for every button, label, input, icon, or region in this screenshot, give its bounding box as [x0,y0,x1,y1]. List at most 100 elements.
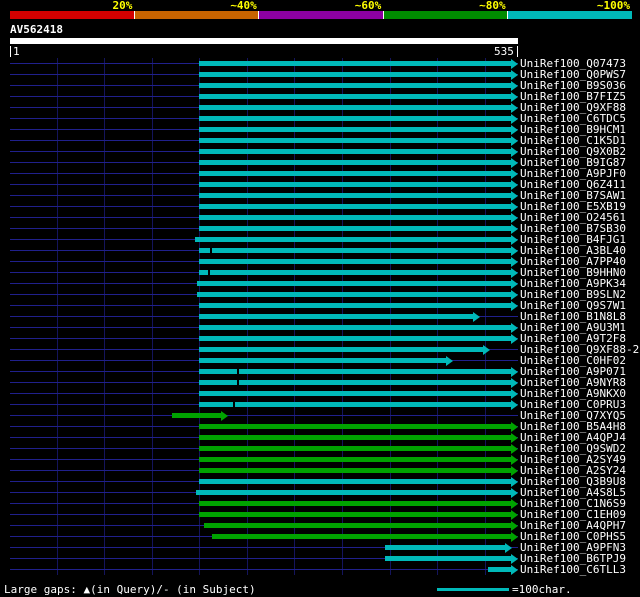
hit-bar[interactable] [199,435,511,440]
hit-bar[interactable] [199,138,511,143]
hit-bar[interactable] [199,336,511,341]
hit-bar[interactable] [199,391,511,396]
hit-bar[interactable] [199,512,511,517]
ruler-start-label: 1 [13,45,20,58]
hit-bar[interactable] [211,534,511,539]
hit-bar[interactable] [199,116,511,121]
hit-arrowhead-icon [511,59,518,69]
hit-bar[interactable] [171,413,221,418]
hits-plot: UniRef100_Q07473 UniRef100_Q0PWS7 UniRef10… [0,58,640,575]
hit-arrowhead-icon [511,389,518,399]
hit-bar[interactable] [204,523,511,528]
hit-bar[interactable] [199,402,511,407]
identity-scale-label: ~60% [354,0,382,12]
hit-bar[interactable] [199,94,511,99]
hit-bar[interactable] [199,226,511,231]
hit-bar[interactable] [199,314,473,319]
hit-arrowhead-icon [446,356,454,366]
hit-bar[interactable] [199,149,511,154]
ruler-end-tick [517,46,518,57]
hit-bar[interactable] [199,193,511,198]
hit-arrowhead-icon [511,202,518,212]
hit-arrowhead-icon [511,455,518,465]
hit-bar[interactable] [199,204,511,209]
hit-bar[interactable] [199,215,511,220]
hit-bar[interactable] [196,281,511,286]
hit-arrowhead-icon [511,433,518,443]
hit-arrowhead-icon [511,367,518,377]
hit-arrowhead-icon [511,136,518,146]
gap-mark [209,248,212,253]
hit-arrowhead-icon [511,81,518,91]
hit-bar[interactable] [196,292,511,297]
hit-bar[interactable] [199,369,511,374]
hit-arrowhead-icon [511,268,518,278]
hit-arrowhead-icon [511,147,518,157]
hit-arrowhead-icon [511,191,518,201]
hit-arrowhead-icon [511,444,518,454]
identity-scale-labels: 20% ~40% ~60% ~80% ~100% [10,0,632,11]
query-ruler [10,38,518,44]
hit-bar[interactable] [199,347,484,352]
hit-bar[interactable] [199,303,511,308]
hit-bar[interactable] [487,567,511,572]
hit-arrowhead-icon [511,158,518,168]
hit-bar[interactable] [199,457,511,462]
hit-bar[interactable] [199,259,511,264]
ruler-start-tick [10,46,11,57]
hit-bar[interactable] [199,501,511,506]
gap-mark [232,402,235,407]
hit-bar[interactable] [199,182,511,187]
hit-bar[interactable] [199,105,511,110]
identity-scale-segment [10,11,135,19]
identity-scale-label: 20% [112,0,133,12]
hit-arrowhead-icon [511,510,518,520]
identity-scale-label: ~40% [230,0,257,12]
identity-scale-bar [10,11,632,19]
gap-mark [237,380,240,385]
hit-bar[interactable] [199,171,511,176]
hit-bar[interactable] [199,248,511,253]
hit-arrowhead-icon [511,246,518,256]
scale-legend-label: =100char. [512,583,572,596]
hit-arrowhead-icon [511,400,518,410]
hit-bar[interactable] [199,83,511,88]
hit-arrowhead-icon [511,257,518,267]
hit-arrowhead-icon [511,488,518,498]
hit-bar[interactable] [199,446,511,451]
hit-backbone-line [10,569,518,570]
hit-arrowhead-icon [511,114,518,124]
hit-bar[interactable] [199,325,511,330]
hit-bar[interactable] [384,545,506,550]
identity-scale-label: ~100% [596,0,631,12]
hit-bar[interactable] [199,160,511,165]
hit-bar[interactable] [199,479,511,484]
hit-arrowhead-icon [511,477,518,487]
hit-bar[interactable] [199,468,511,473]
hit-arrowhead-icon [511,92,518,102]
hit-bar[interactable] [194,237,511,242]
hit-bar[interactable] [199,72,511,77]
hit-bar[interactable] [199,127,511,132]
hit-bar[interactable] [195,490,511,495]
hit-arrowhead-icon [511,125,518,135]
hit-arrowhead-icon [511,169,518,179]
identity-scale-label: ~80% [479,0,506,12]
hit-bar[interactable] [199,61,511,66]
hit-arrowhead-icon [511,565,518,575]
gaps-legend: Large gaps: ▲(in Query)/- (in Subject) [4,583,256,596]
hit-arrowhead-icon [511,521,518,531]
hit-bar[interactable] [384,556,511,561]
hit-arrowhead-icon [511,279,518,289]
hit-backbone-line [10,415,518,416]
hit-bar[interactable] [199,380,511,385]
gap-mark [237,369,240,374]
hit-bar[interactable] [199,358,447,363]
hit-bar[interactable] [199,270,511,275]
hit-label[interactable]: UniRef100_C6TLL3 [520,564,626,575]
hit-bar[interactable] [199,424,511,429]
hit-arrowhead-icon [511,290,518,300]
hit-arrowhead-icon [511,70,518,80]
hit-arrowhead-icon [220,411,228,421]
identity-scale-segment [508,11,632,19]
